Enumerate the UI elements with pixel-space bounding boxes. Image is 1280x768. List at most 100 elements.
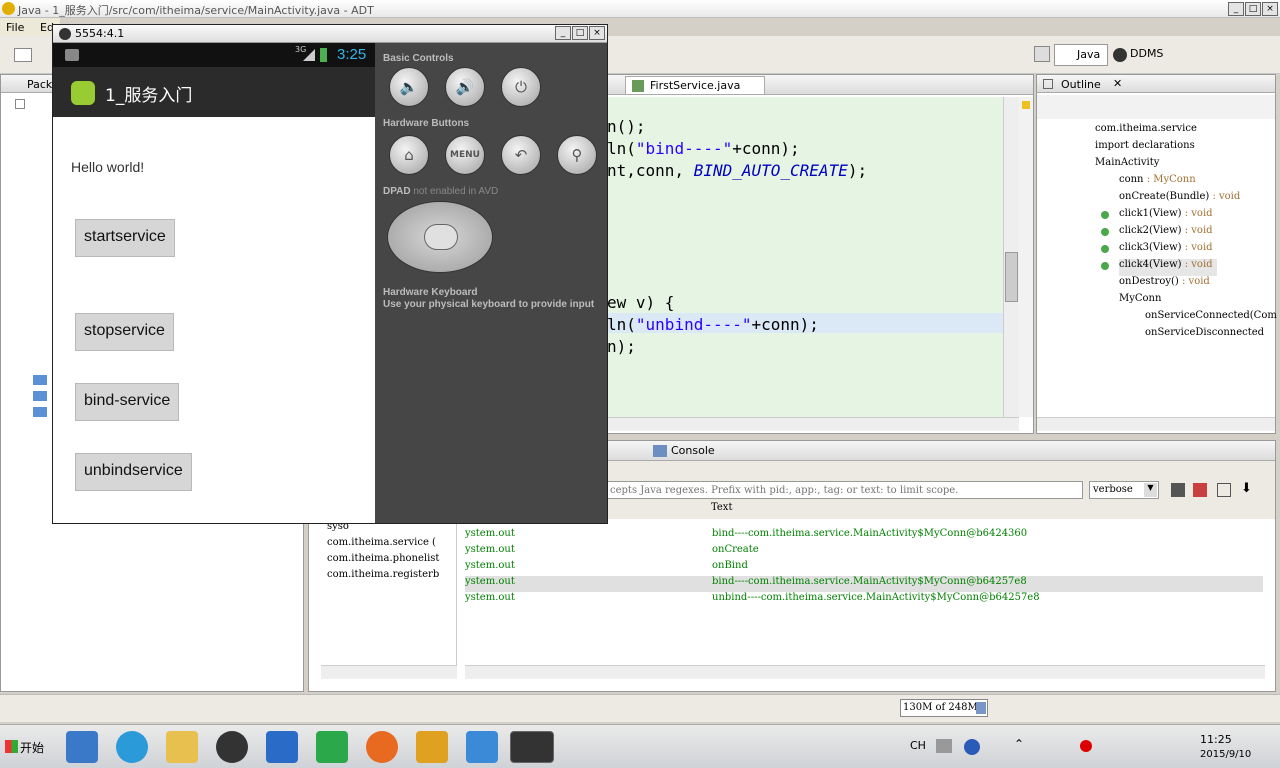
outline-inner-class[interactable]: MyConn [1119,293,1161,310]
emulator-close-button[interactable]: × [589,26,605,40]
outline-package[interactable]: com.itheima.service [1095,123,1197,140]
clear-log-icon[interactable] [1193,483,1207,497]
outline-method[interactable]: onServiceDisconnected [1145,327,1264,344]
save-icon[interactable] [1171,483,1185,497]
filter-item[interactable]: com.itheima.registerb [327,569,457,580]
qq-icon[interactable] [216,731,248,763]
tab-firstservice[interactable]: FirstService.java [625,76,765,94]
method-icon [1101,245,1109,253]
outline-toolbar [1037,95,1275,119]
logcat-horizontal-scrollbar[interactable] [465,665,1265,679]
log-row[interactable]: ystem.out unbind----com.itheima.service.M… [465,592,1263,608]
menu-button[interactable]: MENU [445,135,485,175]
package-explorer-title[interactable]: Pack [27,78,52,91]
column-header-text[interactable]: Text [711,502,732,513]
dpad-control[interactable] [387,201,493,273]
android-icon[interactable] [510,731,554,763]
code-area[interactable]: n(); ln("bind----"+conn); nt,conn, BIND_… [607,97,1003,417]
outline-method[interactable]: click1(View) : void [1119,208,1213,225]
app-title: 1_服务入门 [105,86,193,106]
trash-icon[interactable] [976,702,986,714]
outline-imports[interactable]: import declarations [1095,140,1195,157]
device-screen[interactable]: 3G 3:25 1_服务入门 Hello world! startservice… [53,43,375,523]
back-button[interactable]: ↶ [501,135,541,175]
open-perspective-icon[interactable] [1034,46,1050,62]
outline-method[interactable]: onCreate(Bundle) : void [1119,191,1240,208]
emulator-maximize-button[interactable]: □ [572,26,588,40]
scroll-lock-icon[interactable]: ⬇ [1241,482,1255,497]
heap-status[interactable]: 130M of 248M [900,699,988,717]
unbindservice-button[interactable]: unbindservice [75,453,192,491]
emulator-minimize-button[interactable]: _ [555,26,571,40]
tree-expand-icon[interactable] [15,99,25,109]
outline-method-selected[interactable]: click4(View) : void [1119,259,1217,276]
search-button[interactable]: ⚲ [557,135,597,175]
outline-method[interactable]: onDestroy() : void [1119,276,1210,293]
editor-horizontal-scrollbar[interactable] [607,417,1019,431]
scrollbar-thumb[interactable] [1005,252,1018,302]
word-icon[interactable] [266,731,298,763]
volume-up-button[interactable]: 🔊 [445,67,485,107]
chevron-up-icon[interactable]: ⌃ [1014,737,1024,751]
editor-tabs: FirstService.java [607,75,1033,95]
close-icon[interactable]: ✕ [1113,77,1122,90]
stopservice-button[interactable]: stopservice [75,313,174,351]
java-file-icon [632,80,644,92]
adt-logo-icon [2,2,15,15]
outline-horizontal-scrollbar[interactable] [1037,417,1275,431]
tab-console[interactable]: Console [671,444,715,457]
window-titlebar: Java - 1_服务入门/src/com/itheima/service/Ma… [0,0,1280,18]
logcat-search-input[interactable] [607,481,1083,499]
minimize-button[interactable]: _ [1228,2,1244,16]
code-line: ln("unbind----"+conn); [607,315,819,334]
outline-method[interactable]: click3(View) : void [1119,242,1213,259]
menu-file[interactable]: File [6,21,24,34]
log-row[interactable]: ystem.out onCreate [465,544,1263,560]
keyboard-icon[interactable] [936,739,952,753]
toggle-panel-icon[interactable] [1217,483,1231,497]
maximize-button[interactable]: □ [1245,2,1261,16]
code-line: nt,conn, BIND_AUTO_CREATE); [607,161,868,180]
editor-vertical-scrollbar[interactable] [1003,97,1019,417]
code-icon[interactable] [316,731,348,763]
back-icon: ↶ [514,146,528,164]
browser-icon[interactable] [116,731,148,763]
firefox-icon[interactable] [366,731,398,763]
filter-horizontal-scrollbar[interactable] [321,665,457,679]
log-row[interactable]: ystem.out onBind [465,560,1263,576]
desktop-icon[interactable] [66,731,98,763]
perspective-java[interactable]: Java [1054,44,1108,66]
close-button[interactable]: × [1262,2,1278,16]
battery-icon [320,48,327,62]
filter-item[interactable]: com.itheima.phonelist [327,553,439,564]
folder-icon[interactable] [166,731,198,763]
outline-method[interactable]: onServiceConnected(Com [1145,310,1277,327]
dpad-center-button[interactable] [424,224,458,250]
outline-field[interactable]: conn : MyConn [1119,174,1196,191]
log-level-select[interactable]: verbose ▼ [1089,481,1159,499]
home-button[interactable]: ⌂ [389,135,429,175]
power-button[interactable]: ⏻ [501,67,541,107]
bind-service-button[interactable]: bind-service [75,383,180,421]
warning-marker-icon[interactable] [1022,101,1030,109]
outline-class[interactable]: MainActivity [1095,157,1159,174]
search-icon[interactable] [416,731,448,763]
help-icon[interactable] [964,739,980,755]
ime-indicator[interactable]: CH [910,739,926,752]
start-button[interactable]: 开始 [2,733,50,761]
new-icon[interactable] [14,48,32,62]
perspective-ddms[interactable]: DDMS [1130,47,1163,60]
log-row-selected[interactable]: ystem.out bind----com.itheima.service.Mai… [465,576,1263,592]
startservice-button[interactable]: startservice [75,219,175,257]
dpad-label: DPAD not enabled in AVD [383,186,499,197]
outline-title[interactable]: Outline [1061,78,1101,91]
cloud-icon[interactable] [466,731,498,763]
filter-item[interactable]: com.itheima.service ( [327,537,436,548]
emulator-icon [59,28,71,40]
record-icon[interactable] [1080,740,1092,752]
volume-down-button[interactable]: 🔈 [389,67,429,107]
outline-method[interactable]: click2(View) : void [1119,225,1213,242]
signal-icon [303,49,315,61]
log-row[interactable]: ystem.out bind----com.itheima.service.Mai… [465,528,1263,544]
code-line: ln("bind----"+conn); [607,139,800,158]
